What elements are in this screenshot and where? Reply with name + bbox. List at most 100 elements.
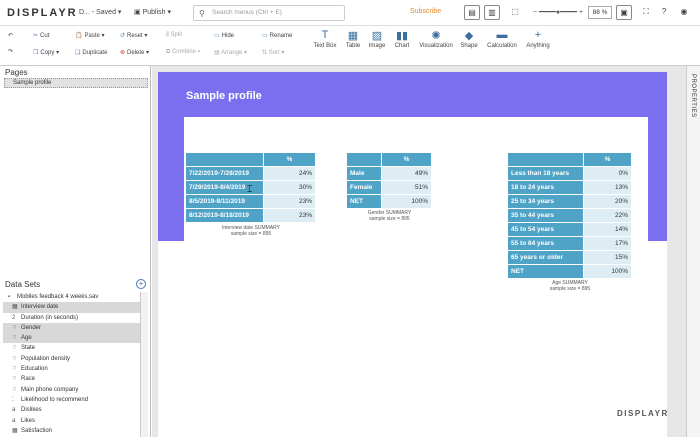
hide-button[interactable]: ▭ Hide	[214, 32, 234, 39]
fullscreen-icon[interactable]: ⛶	[638, 5, 654, 20]
add-dataset-icon[interactable]: +	[136, 279, 146, 289]
row-label: 65 years or older	[507, 250, 584, 265]
table-button[interactable]: ▦ Table	[340, 29, 366, 49]
row-label: 18 to 24 years	[507, 180, 584, 195]
variable-duration[interactable]: 2 Duration (in seconds)	[3, 313, 141, 323]
variable-label: Population density	[21, 355, 71, 362]
page-item-sample-profile[interactable]: Sample profile	[4, 78, 148, 88]
combine-button[interactable]: ⧉ Combine ▾	[166, 49, 200, 56]
row-label: 7/22/2019-7/28/2019	[185, 166, 264, 181]
variable-age[interactable]: ⁙ Age	[3, 333, 141, 344]
variable-interview-date[interactable]: ▦ Interview date	[3, 302, 141, 313]
shape-button[interactable]: ◆ Shape	[456, 29, 482, 49]
panels-layout-icon[interactable]: ▤	[464, 5, 480, 20]
copy-button[interactable]: ❐ Copy ▾	[33, 49, 59, 56]
publish-menu[interactable]: ▣ Publish ▾	[134, 8, 171, 16]
row-value: 13%	[583, 180, 632, 195]
gender-table[interactable]: % Male 49% Female 51% NET 100%	[346, 152, 432, 209]
row-label: Male	[346, 166, 382, 181]
image-button[interactable]: ▨ Image	[364, 29, 390, 49]
undo-icon[interactable]: ↶	[8, 32, 13, 39]
row-value: 0%	[583, 166, 632, 181]
variable-label: Likes	[21, 417, 36, 424]
properties-panel[interactable]: PROPERTIES	[686, 66, 700, 437]
duplicate-button[interactable]: ❏ Duplicate	[75, 49, 107, 56]
reset-button[interactable]: ↺ Reset ▾	[120, 32, 147, 39]
variable-dislikes[interactable]: a Dislikes	[3, 405, 141, 415]
zoom-level[interactable]: 88 %	[588, 6, 612, 19]
interview-date-footer: Interview date SUMMARY sample size = 895	[185, 225, 317, 237]
table-corner	[346, 152, 382, 167]
variable-label: Likelihood to recommend	[21, 396, 89, 403]
rename-button[interactable]: ▭ Rename	[262, 32, 292, 39]
copy-label: Copy	[40, 50, 55, 56]
variable-state[interactable]: ⁙ State	[3, 343, 141, 353]
sort-button[interactable]: ⇅ Sort ▾	[262, 49, 284, 56]
age-table[interactable]: % Less than 18 years 0% 18 to 24 years 13%…	[507, 152, 632, 279]
anything-button[interactable]: + Anything	[522, 29, 554, 49]
document-name-menu[interactable]: D... - Saved ▾	[79, 8, 121, 16]
help-icon[interactable]: ?	[656, 5, 672, 20]
pages-title: Pages	[5, 68, 28, 77]
visualization-button[interactable]: ✺ Visualization	[416, 29, 456, 49]
dataset-tree: ▪ Mobiles feedback 4 weeks.sav ▦ Interview…	[3, 292, 141, 436]
row-value: 14%	[583, 222, 632, 237]
sort-label: Sort	[268, 50, 280, 56]
page-size-icon[interactable]: ⬚	[507, 5, 523, 20]
cut-button[interactable]: ✂ Cut	[33, 32, 49, 39]
variable-education[interactable]: ⁙ Education	[3, 364, 141, 374]
zoom-out-icon[interactable]: −	[533, 9, 537, 16]
plus-icon: +	[534, 29, 542, 41]
search-input[interactable]: ⚲ Search menus (Ctrl + E)	[193, 5, 345, 21]
redo-icon[interactable]: ↷	[8, 48, 13, 55]
fit-page-icon[interactable]: ▣	[616, 5, 632, 20]
row-value: 49%	[381, 166, 432, 181]
zoom-in-icon[interactable]: +	[579, 9, 583, 16]
visualization-label: Visualization	[419, 43, 453, 49]
anything-label: Anything	[526, 43, 550, 49]
row-label: NET	[346, 194, 382, 209]
chart-button[interactable]: ▮▮ Chart	[389, 29, 415, 49]
rename-icon: ▭	[262, 33, 268, 39]
variable-label: Satisfaction	[21, 427, 53, 434]
visualization-icon: ✺	[431, 30, 441, 42]
page-item-label: Sample profile	[13, 80, 52, 86]
combine-icon: ⧉	[166, 49, 171, 55]
variable-label: Age	[21, 335, 32, 342]
arrange-button[interactable]: ▤ Arrange ▾	[214, 49, 247, 56]
delete-icon: ⊗	[120, 50, 126, 56]
hide-label: Hide	[221, 33, 235, 39]
dataset-file[interactable]: ▪ Mobiles feedback 4 weeks.sav	[3, 292, 141, 302]
variable-main-phone-company[interactable]: ⁙ Main phone company	[3, 385, 141, 395]
row-label: 35 to 44 years	[507, 208, 584, 223]
calculation-button[interactable]: ▬ Calculation	[484, 29, 520, 49]
split-button[interactable]: ⫼ Split	[166, 32, 182, 39]
variable-label: Duration (in seconds)	[21, 314, 79, 321]
toolbar-layout-icon[interactable]: ▥	[484, 5, 500, 20]
search-placeholder: Search menus (Ctrl + E)	[212, 9, 282, 16]
text-box-label: Text Box	[313, 43, 337, 49]
zoom-slider[interactable]: − ━━━━●━━━━ +	[533, 8, 583, 16]
duplicate-label: Duplicate	[82, 50, 108, 56]
bar-chart-icon: ▮▮	[395, 30, 409, 42]
row-value: 17%	[583, 236, 632, 251]
delete-button[interactable]: ⊗ Delete ▾	[120, 49, 149, 56]
variable-likelihood[interactable]: ⁚ Likelihood to recommend	[3, 395, 141, 405]
left-panel: Pages Sample profile Data Sets + ▪ Mobile…	[0, 66, 151, 437]
split-label: Split	[170, 32, 183, 38]
dataset-scrollbar[interactable]	[140, 292, 148, 437]
page-title: Sample profile	[186, 90, 262, 102]
user-icon[interactable]: ◉	[676, 5, 692, 20]
table-header: %	[263, 152, 316, 167]
table-corner	[185, 152, 264, 167]
paste-button[interactable]: 📋 Paste ▾	[75, 32, 105, 39]
variable-race[interactable]: ⁙ Race	[3, 374, 141, 384]
variable-likes[interactable]: a Likes	[3, 416, 141, 426]
variable-satisfaction[interactable]: ▦ Satisfaction	[3, 426, 141, 436]
variable-gender[interactable]: ⁙ Gender	[3, 322, 141, 334]
variable-population-density[interactable]: ⁙ Population density	[3, 354, 141, 364]
subscribe-link[interactable]: Subscribe	[410, 8, 441, 15]
delete-label: Delete	[127, 50, 145, 56]
text-box-button[interactable]: T Text Box	[312, 29, 338, 49]
categorical-icon: ⁙	[12, 355, 18, 362]
